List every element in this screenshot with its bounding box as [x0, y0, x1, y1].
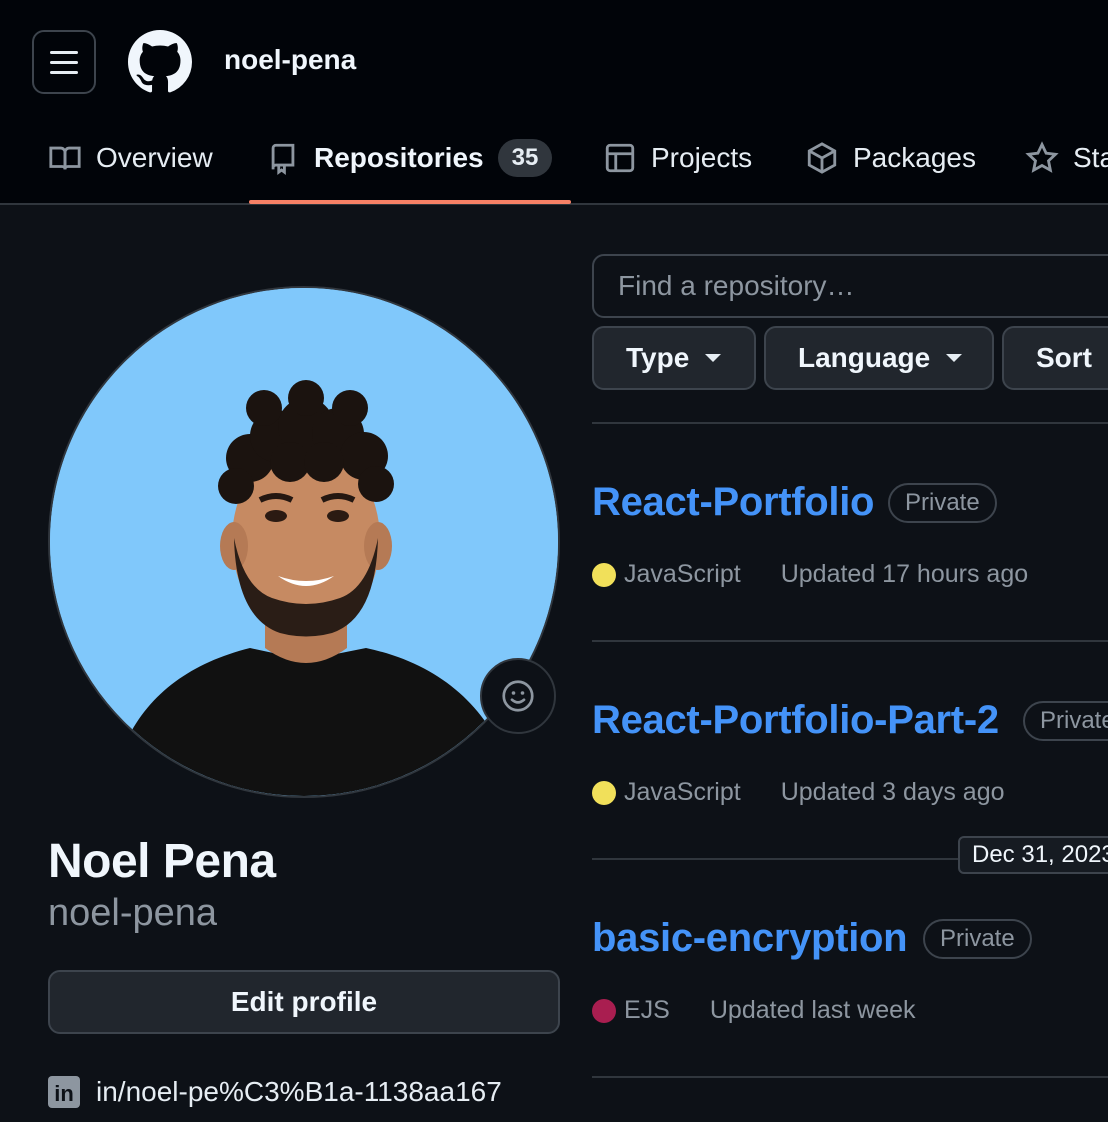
- tab-repositories[interactable]: Repositories 35: [266, 130, 553, 186]
- linkedin-icon: in: [48, 1076, 80, 1108]
- filter-label: Sort: [1036, 342, 1092, 373]
- menu-line-icon: [50, 70, 78, 74]
- filter-label: Language: [798, 342, 931, 373]
- profile-full-name: Noel Pena: [48, 835, 276, 888]
- social-link-text: in/noel-pe%C3%B1a-1138aa167: [96, 1076, 502, 1107]
- active-tab-indicator: [249, 200, 571, 204]
- tab-projects[interactable]: Projects: [603, 130, 752, 186]
- tab-packages[interactable]: Packages: [805, 130, 976, 186]
- avatar[interactable]: [48, 286, 560, 798]
- repo-meta: JavaScript Updated 17 hours ago: [592, 560, 1028, 589]
- repo-link[interactable]: basic-encryption: [592, 916, 908, 961]
- list-divider: [592, 422, 1108, 424]
- hamburger-menu-button[interactable]: [32, 30, 96, 94]
- tab-label: Stars: [1073, 142, 1108, 173]
- menu-line-icon: [50, 50, 78, 54]
- tab-overview[interactable]: Overview: [48, 130, 213, 186]
- caret-down-icon: [946, 354, 963, 362]
- language-filter-dropdown[interactable]: Language: [764, 326, 994, 390]
- sort-dropdown[interactable]: Sort: [1002, 326, 1108, 390]
- date-tooltip: Dec 31, 2023: [958, 836, 1108, 874]
- top-header: noel-pena Overview Repositories 35 Proje…: [0, 0, 1108, 205]
- set-status-button[interactable]: [480, 658, 556, 734]
- caret-down-icon: [705, 354, 722, 362]
- star-icon: [1025, 141, 1059, 173]
- repo-language: JavaScript: [624, 778, 741, 806]
- language-color-dot: [592, 562, 616, 587]
- edit-profile-button[interactable]: Edit profile: [48, 970, 560, 1034]
- find-repository-input[interactable]: [592, 254, 1108, 318]
- list-divider: [592, 640, 1108, 642]
- filter-label: Type: [626, 342, 690, 373]
- tab-label: Overview: [96, 142, 213, 173]
- repo-link[interactable]: React-Portfolio-Part-2: [592, 698, 999, 743]
- list-divider: [592, 1076, 1108, 1078]
- menu-line-icon: [50, 60, 78, 64]
- repo-updated: Updated 3 days ago: [780, 778, 1005, 806]
- repo-link[interactable]: React-Portfolio: [592, 480, 874, 525]
- visibility-badge: Private: [888, 483, 997, 523]
- github-logo-icon[interactable]: [128, 30, 192, 94]
- smiley-icon: [502, 680, 534, 712]
- header-username[interactable]: noel-pena: [224, 44, 356, 76]
- profile-login: noel-pena: [48, 892, 218, 934]
- language-color-dot: [592, 780, 616, 805]
- repo-updated: Updated last week: [709, 996, 916, 1024]
- profile-tabs: Overview Repositories 35 Projects Packag…: [0, 130, 1108, 206]
- table-icon: [605, 143, 635, 173]
- book-icon: [49, 146, 81, 170]
- repo-meta: EJS Updated last week: [592, 996, 916, 1025]
- package-icon: [807, 142, 837, 174]
- type-filter-dropdown[interactable]: Type: [592, 326, 756, 390]
- tab-label: Packages: [853, 142, 976, 173]
- repo-icon: [271, 143, 295, 175]
- tab-label: Projects: [651, 142, 753, 173]
- language-color-dot: [592, 998, 616, 1023]
- repo-language: JavaScript: [624, 560, 741, 588]
- tab-stars[interactable]: Stars: [1025, 130, 1108, 186]
- avatar-container: [48, 286, 560, 798]
- repo-count-badge: 35: [497, 139, 553, 177]
- visibility-badge: Private: [1023, 701, 1108, 741]
- repo-meta: JavaScript Updated 3 days ago: [592, 778, 1005, 807]
- social-link-linkedin[interactable]: in in/noel-pe%C3%B1a-1138aa167: [48, 1076, 502, 1108]
- avatar-photo: [50, 288, 558, 796]
- tab-label: Repositories: [314, 142, 484, 173]
- repo-language: EJS: [624, 996, 670, 1024]
- visibility-badge: Private: [923, 919, 1032, 959]
- repo-updated: Updated 17 hours ago: [780, 560, 1029, 588]
